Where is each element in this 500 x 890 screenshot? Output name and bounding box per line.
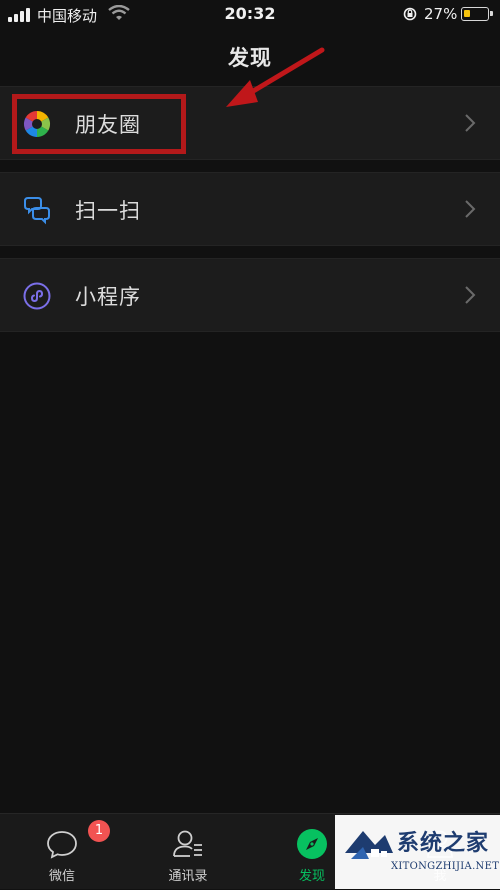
- unread-badge: 1: [88, 820, 110, 842]
- battery-icon: [461, 7, 493, 21]
- tab-label: 通讯录: [168, 869, 208, 884]
- page-title: 发现: [228, 46, 272, 70]
- tab-label: 微信: [48, 869, 75, 884]
- watermark-title: 系统之家: [397, 831, 490, 856]
- menu-item-label: 小程序: [75, 285, 141, 309]
- menu-item-scan[interactable]: 扫一扫: [0, 172, 500, 246]
- annotation-highlight-box: [12, 94, 186, 154]
- scan-icon: [24, 197, 50, 225]
- menu-item-label: 扫一扫: [75, 199, 141, 223]
- contacts-icon: [173, 830, 202, 857]
- watermark-logo-icon: [345, 831, 393, 859]
- mini-program-icon: [23, 282, 51, 310]
- chevron-right-icon: [465, 286, 476, 304]
- rotation-lock-icon: [403, 7, 417, 21]
- status-bar: 中国移动 20:32 27%: [0, 0, 500, 30]
- chevron-right-icon: [465, 114, 476, 132]
- watermark: 系统之家 XITONGZHIJIA.NET: [335, 815, 500, 889]
- tab-contacts[interactable]: 通讯录: [138, 814, 238, 890]
- compass-icon: [297, 829, 327, 859]
- battery-percent: 27%: [424, 5, 458, 23]
- chat-icon: [47, 831, 77, 859]
- tab-chats[interactable]: 1 微信: [12, 814, 112, 890]
- chevron-right-icon: [465, 200, 476, 218]
- watermark-subtitle: XITONGZHIJIA.NET: [391, 861, 500, 872]
- menu-item-mini-program[interactable]: 小程序: [0, 258, 500, 332]
